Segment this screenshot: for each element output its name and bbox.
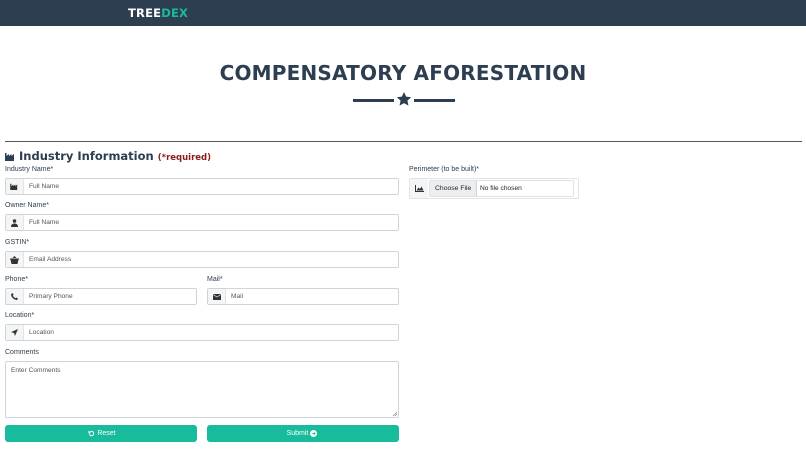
required-note: (*required) <box>157 153 211 163</box>
phone-icon <box>6 289 24 304</box>
undo-icon <box>88 430 95 437</box>
basket-icon <box>6 252 24 267</box>
brand-text-part1: TREE <box>128 6 162 20</box>
arrow-circle-right-icon <box>310 430 318 437</box>
mail-field[interactable]: Mail <box>207 288 399 305</box>
industry-name-label: Industry Name* <box>5 166 54 173</box>
section-title-text: Industry Information <box>19 149 154 163</box>
title-divider-right <box>414 99 455 102</box>
industry-name-field[interactable]: Full Name <box>5 178 399 195</box>
location-arrow-icon <box>6 325 24 340</box>
industry-name-placeholder: Full Name <box>29 183 60 190</box>
comments-textarea[interactable]: Enter Comments <box>5 361 399 418</box>
page-title: COMPENSATORY AFORESTATION <box>219 61 587 85</box>
section-divider <box>5 141 802 142</box>
industry-icon <box>5 153 14 161</box>
file-status: No file chosen <box>480 185 522 192</box>
owner-name-field[interactable]: Full Name <box>5 214 399 231</box>
submit-label: Submit <box>286 430 309 437</box>
envelope-icon <box>208 289 226 304</box>
resize-grip-icon[interactable] <box>392 411 397 416</box>
user-icon <box>6 215 24 230</box>
mail-label: Mail* <box>207 276 223 283</box>
comments-placeholder: Enter Comments <box>11 367 61 374</box>
reset-label: Reset <box>97 430 116 437</box>
section-title: Industry Information (*required) <box>5 149 211 163</box>
perimeter-file-group: Choose File No file chosen <box>409 178 579 199</box>
perimeter-label: Perimeter (to be built)* <box>409 166 480 173</box>
mail-placeholder: Mail <box>231 293 244 300</box>
reset-button[interactable]: Reset <box>5 425 197 442</box>
phone-field[interactable]: Primary Phone <box>5 288 197 305</box>
location-placeholder: Location <box>29 329 54 336</box>
phone-placeholder: Primary Phone <box>29 293 73 300</box>
star-icon <box>396 92 412 106</box>
brand-text-part2: DEX <box>161 6 189 20</box>
location-label: Location* <box>5 312 35 319</box>
gstin-field[interactable]: Email Address <box>5 251 399 268</box>
submit-button[interactable]: Submit <box>207 425 399 442</box>
location-field[interactable]: Location <box>5 324 399 341</box>
owner-name-placeholder: Full Name <box>29 219 60 226</box>
phone-label: Phone* <box>5 276 28 283</box>
title-divider-left <box>353 99 394 102</box>
choose-file-button[interactable]: Choose File <box>430 181 478 196</box>
gstin-label: GSTIN* <box>5 239 30 246</box>
brand-logo[interactable]: TREEDEX <box>128 6 188 20</box>
owner-name-label: Owner Name* <box>5 202 49 209</box>
gstin-placeholder: Email Address <box>29 256 72 263</box>
industry-icon <box>6 179 24 194</box>
navbar: TREEDEX <box>0 0 806 26</box>
comments-label: Comments <box>5 349 39 356</box>
image-icon <box>410 179 428 198</box>
